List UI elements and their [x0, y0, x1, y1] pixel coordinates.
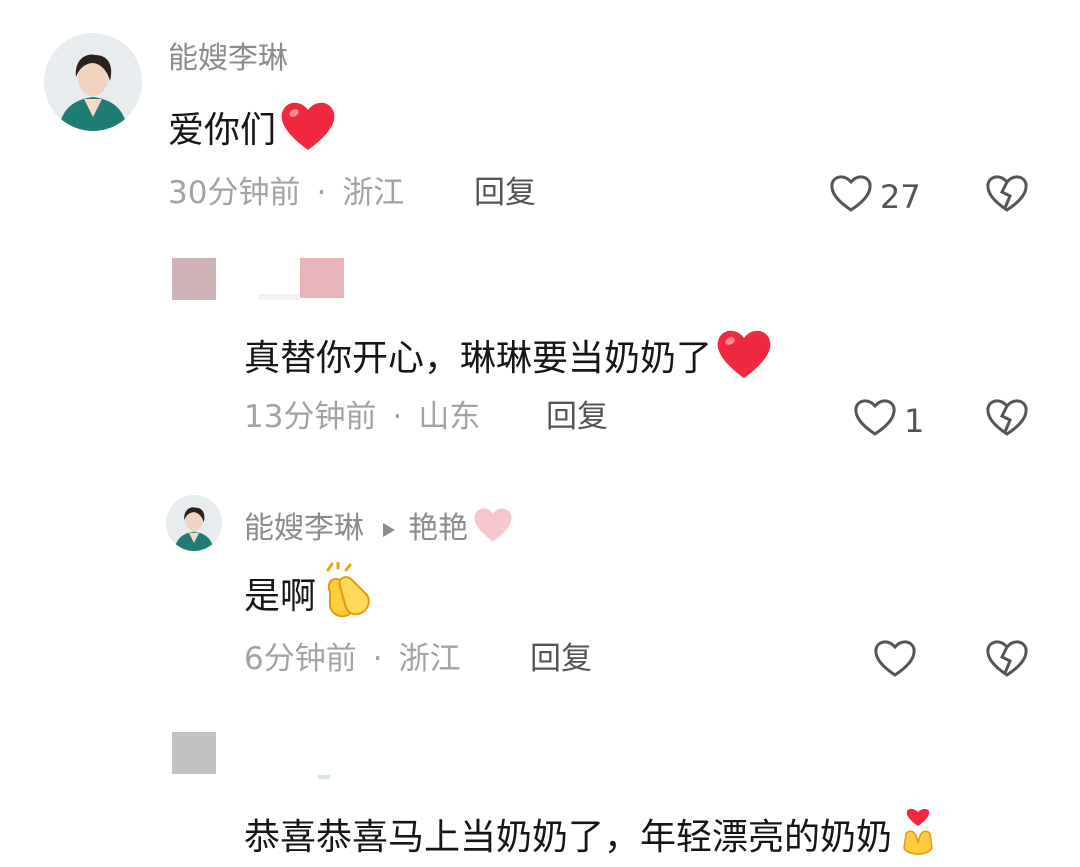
- clapping-hands-emoji: [318, 560, 380, 631]
- comment-text: 真替你开心，琳琳要当奶奶了: [244, 326, 774, 391]
- like-button[interactable]: [872, 637, 924, 687]
- reply-arrow-icon: [382, 511, 396, 547]
- comment-text: 爱你们: [168, 98, 338, 163]
- reply-button[interactable]: 回复: [474, 174, 536, 212]
- avatar[interactable]: [172, 732, 216, 774]
- mosaic-block: [318, 775, 330, 779]
- avatar[interactable]: [166, 495, 222, 551]
- comment-text: 恭喜恭喜马上当奶奶了，年轻漂亮的奶奶: [244, 808, 938, 867]
- comment-text-content: 爱你们: [168, 109, 277, 151]
- like-button[interactable]: 1: [852, 396, 924, 446]
- comment-author[interactable]: [300, 258, 344, 298]
- comment-location: 浙江: [398, 641, 461, 677]
- red-heart-emoji: [278, 98, 338, 163]
- like-button[interactable]: 27: [828, 172, 921, 222]
- comment-time: 13分钟前: [244, 399, 377, 435]
- pink-heart-emoji: [472, 505, 514, 552]
- separator: ·: [316, 175, 327, 211]
- broken-heart-icon[interactable]: [984, 637, 1030, 683]
- heart-outline-icon: [828, 172, 874, 222]
- heart-outline-icon: [852, 396, 898, 446]
- avatar[interactable]: [44, 33, 142, 131]
- broken-heart-icon[interactable]: [984, 396, 1030, 442]
- mosaic-block: [258, 294, 300, 300]
- comment-author[interactable]: 能嫂李琳: [168, 41, 288, 77]
- heart-outline-icon: [872, 637, 918, 687]
- separator: ·: [372, 641, 383, 677]
- comment-text-content: 是啊: [244, 575, 317, 617]
- heart-hands-emoji: [898, 808, 938, 867]
- comment-text-content: 真替你开心，琳琳要当奶奶了: [244, 337, 713, 379]
- reply-to-name[interactable]: 艳艳: [408, 511, 468, 547]
- reply-button[interactable]: 回复: [530, 640, 592, 678]
- avatar[interactable]: [172, 258, 216, 300]
- comment-time: 30分钟前: [168, 175, 301, 211]
- red-heart-emoji: [714, 326, 774, 391]
- comment-author[interactable]: 能嫂李琳: [244, 511, 364, 547]
- comment-meta: 30分钟前 · 浙江: [168, 174, 404, 212]
- reply-header: 能嫂李琳 艳艳: [244, 505, 514, 552]
- like-count: 27: [880, 178, 921, 216]
- like-count: 1: [904, 402, 925, 440]
- comment-location: 浙江: [342, 175, 405, 211]
- broken-heart-icon[interactable]: [984, 172, 1030, 218]
- comment-time: 6分钟前: [244, 641, 357, 677]
- comment-meta: 6分钟前 · 浙江: [244, 640, 461, 678]
- reply-button[interactable]: 回复: [546, 398, 608, 436]
- separator: ·: [392, 399, 403, 435]
- comment-location: 山东: [418, 399, 481, 435]
- comment-text: 是啊: [244, 560, 380, 631]
- comment-meta: 13分钟前 · 山东: [244, 398, 480, 436]
